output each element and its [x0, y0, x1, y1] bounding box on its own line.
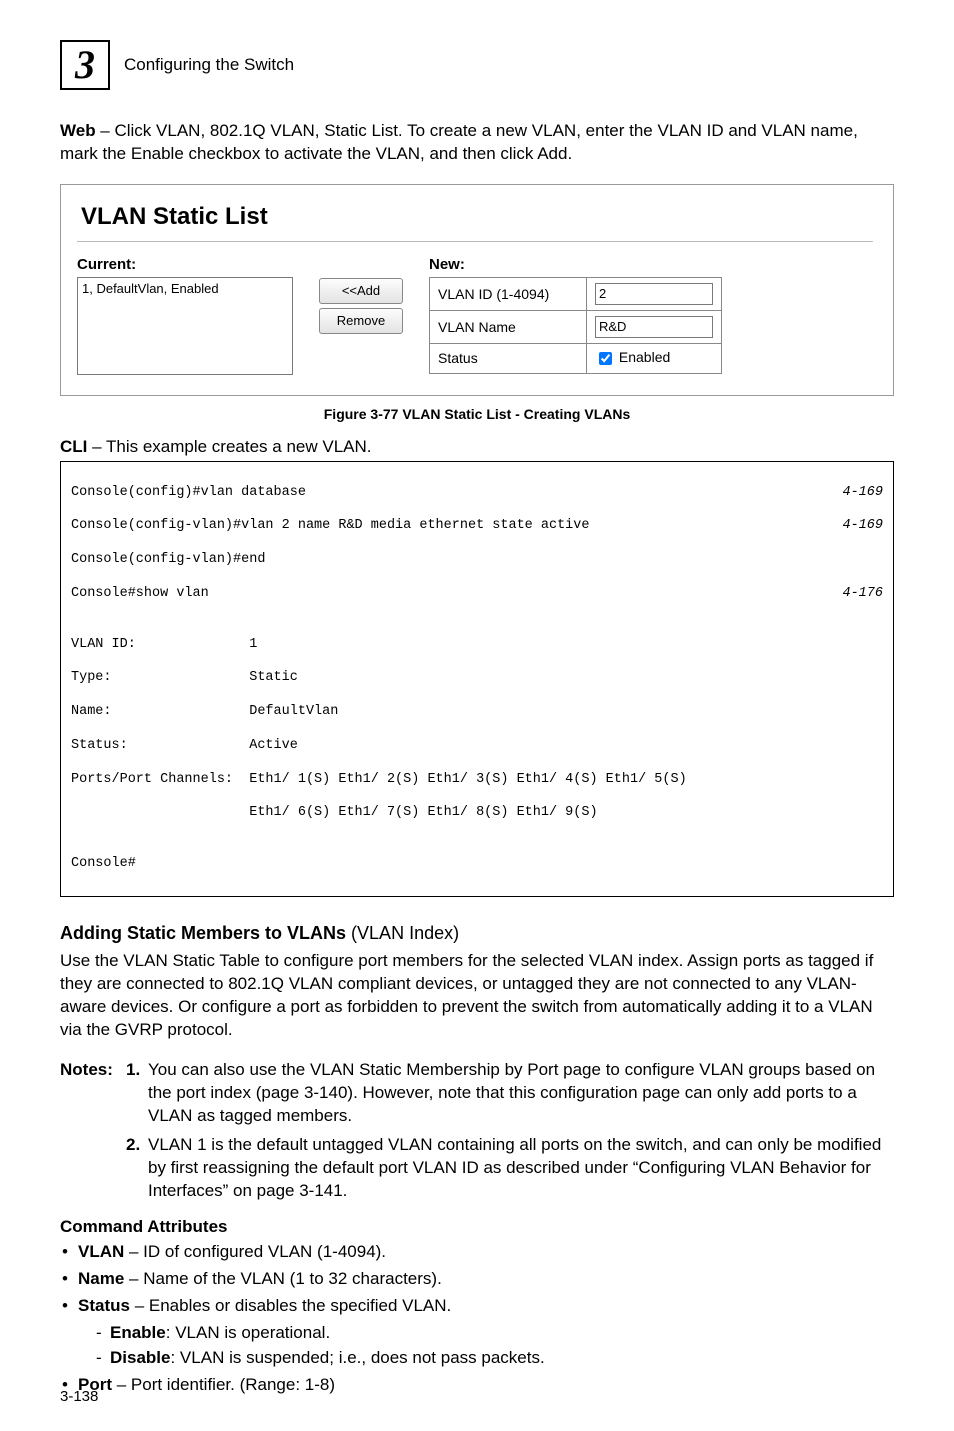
attr-name-item: Name – Name of the VLAN (1 to 32 charact…: [60, 1268, 894, 1291]
web-text: – Click VLAN, 802.1Q VLAN, Static List. …: [60, 121, 858, 163]
section-heading: Adding Static Members to VLANs (VLAN Ind…: [60, 923, 894, 944]
add-button[interactable]: <<Add: [319, 278, 403, 304]
panel-title: VLAN Static List: [81, 203, 873, 231]
vlan-id-input[interactable]: [595, 283, 713, 305]
attr-status: Status – Enables or disables the specifi…: [60, 1295, 894, 1370]
cli-ref: 4-169: [842, 518, 883, 535]
cli-label: CLI: [60, 437, 87, 456]
cli-line: Ports/Port Channels: Eth1/ 1(S) Eth1/ 2(…: [71, 772, 883, 789]
attr-name: Status: [78, 1296, 130, 1315]
current-list-item[interactable]: 1, DefaultVlan, Enabled: [80, 280, 290, 297]
vlan-name-input[interactable]: [595, 316, 713, 338]
vlan-name-label: VLAN Name: [430, 310, 587, 343]
attribute-list: VLAN – ID of configured VLAN (1-4094). N…: [60, 1241, 894, 1397]
screenshot-frame: VLAN Static List Current: 1, DefaultVlan…: [60, 184, 894, 396]
vlan-name-row: VLAN Name: [430, 310, 722, 343]
panel-divider: [77, 241, 873, 242]
cli-line: Console#: [71, 856, 883, 873]
sub-desc: : VLAN is operational.: [166, 1323, 330, 1342]
new-column: New: VLAN ID (1-4094) VLAN Name Status E…: [429, 256, 722, 374]
cli-ref: 4-176: [842, 586, 883, 603]
current-column: Current: 1, DefaultVlan, Enabled: [77, 256, 293, 375]
command-attributes-heading: Command Attributes: [60, 1217, 894, 1237]
cli-intro-text: – This example creates a new VLAN.: [87, 437, 371, 456]
section-title: Adding Static Members to VLANs: [60, 923, 351, 943]
cli-line: Eth1/ 6(S) Eth1/ 7(S) Eth1/ 8(S) Eth1/ 9…: [71, 805, 883, 822]
section-title-paren: (VLAN Index): [351, 923, 459, 943]
note-text: You can also use the VLAN Static Members…: [148, 1059, 894, 1128]
status-disable: Disable: VLAN is suspended; i.e., does n…: [78, 1347, 894, 1370]
cli-line: Console(config-vlan)#vlan 2 name R&D med…: [71, 518, 589, 535]
status-checkbox[interactable]: [599, 352, 612, 365]
status-text: Enabled: [615, 349, 670, 365]
attr-name: Name: [78, 1269, 124, 1288]
notes-label-spacer: [60, 1134, 126, 1203]
attr-desc: – ID of configured VLAN (1-4094).: [124, 1242, 386, 1261]
cli-line: VLAN ID: 1: [71, 637, 883, 654]
section-paragraph: Use the VLAN Static Table to configure p…: [60, 950, 894, 1042]
attr-name: VLAN: [78, 1242, 124, 1261]
cli-line: Console#show vlan: [71, 586, 209, 603]
page-number: 3-138: [60, 1388, 98, 1405]
attr-desc: – Enables or disables the specified VLAN…: [130, 1296, 451, 1315]
note-text: VLAN 1 is the default untagged VLAN cont…: [148, 1134, 894, 1203]
attr-port: Port – Port identifier. (Range: 1-8): [60, 1374, 894, 1397]
notes-block: Notes: 1. You can also use the VLAN Stat…: [60, 1059, 894, 1203]
notes-label: Notes:: [60, 1059, 126, 1128]
chapter-number-icon: 3: [60, 40, 110, 90]
status-sublist: Enable: VLAN is operational. Disable: VL…: [78, 1322, 894, 1370]
vlan-id-row: VLAN ID (1-4094): [430, 277, 722, 310]
status-label: Status: [430, 343, 587, 373]
current-label: Current:: [77, 256, 293, 273]
figure-caption: Figure 3-77 VLAN Static List - Creating …: [60, 406, 894, 422]
note-number: 1.: [126, 1059, 148, 1128]
status-row: Status Enabled: [430, 343, 722, 373]
note-number: 2.: [126, 1134, 148, 1203]
cli-line: Type: Static: [71, 670, 883, 687]
transfer-buttons: <<Add Remove: [319, 278, 403, 334]
current-listbox[interactable]: 1, DefaultVlan, Enabled: [77, 277, 293, 375]
cli-line: Console(config-vlan)#end: [71, 552, 883, 569]
cli-output: Console(config)#vlan database 4-169 Conso…: [60, 461, 894, 897]
screenshot-panel: VLAN Static List Current: 1, DefaultVlan…: [69, 191, 885, 387]
web-label: Web: [60, 121, 96, 140]
cli-line: Status: Active: [71, 738, 883, 755]
remove-button[interactable]: Remove: [319, 308, 403, 334]
new-vlan-table: VLAN ID (1-4094) VLAN Name Status Enable…: [429, 277, 722, 374]
attr-desc: – Name of the VLAN (1 to 32 characters).: [124, 1269, 441, 1288]
cli-ref: 4-169: [842, 485, 883, 502]
new-label: New:: [429, 256, 722, 273]
sub-name: Disable: [110, 1348, 170, 1367]
intro-paragraph: Web – Click VLAN, 802.1Q VLAN, Static Li…: [60, 120, 894, 166]
attr-desc: – Port identifier. (Range: 1-8): [112, 1375, 335, 1394]
sub-name: Enable: [110, 1323, 166, 1342]
cli-intro: CLI – This example creates a new VLAN.: [60, 436, 894, 459]
cli-line: Console(config)#vlan database: [71, 485, 306, 502]
attr-vlan: VLAN – ID of configured VLAN (1-4094).: [60, 1241, 894, 1264]
chapter-title: Configuring the Switch: [124, 55, 294, 75]
vlan-id-label: VLAN ID (1-4094): [430, 277, 587, 310]
sub-desc: : VLAN is suspended; i.e., does not pass…: [170, 1348, 544, 1367]
chapter-number: 3: [75, 45, 95, 85]
status-enable: Enable: VLAN is operational.: [78, 1322, 894, 1345]
page-header: 3 Configuring the Switch: [60, 40, 894, 90]
cli-line: Name: DefaultVlan: [71, 704, 883, 721]
